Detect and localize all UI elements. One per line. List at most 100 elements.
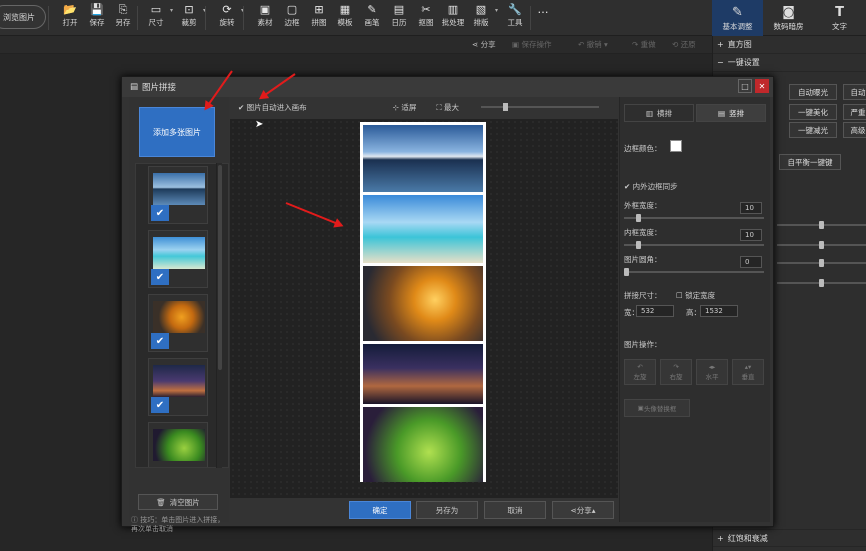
slider-knob[interactable] bbox=[819, 259, 824, 267]
zoom-slider[interactable] bbox=[480, 103, 599, 111]
browse-images-button[interactable]: 浏览图片 bbox=[0, 5, 46, 29]
fit-screen-button[interactable]: ⊹ 适屏 bbox=[393, 102, 417, 113]
clear-images-button[interactable]: 🗑 清空图片 bbox=[138, 494, 218, 510]
toolbar-material-button[interactable]: ▣ 素材 bbox=[252, 3, 278, 33]
toolbar-cutout-button[interactable]: ✂ 抠图 bbox=[413, 3, 439, 33]
toolbar-size-button[interactable]: ▭ 尺寸 ▾ bbox=[143, 3, 174, 33]
flip-horizontal-button[interactable]: ◂▸ 水平 bbox=[696, 359, 728, 385]
list-item[interactable] bbox=[148, 422, 208, 467]
toolbar-label: 抠图 bbox=[418, 18, 434, 27]
redo-link[interactable]: ↷ 重做 bbox=[632, 39, 656, 50]
save-as-icon: ⎘ bbox=[118, 3, 128, 16]
inner-width-field[interactable]: 10 bbox=[740, 229, 762, 241]
tab-vertical[interactable]: ▤ 竖排 bbox=[696, 104, 766, 122]
thumbnail-list[interactable]: ✔ ✔ ✔ ✔ bbox=[135, 163, 229, 468]
toolbar-rotate-button[interactable]: ⟳旋转▾ bbox=[214, 3, 245, 33]
save-op-link[interactable]: ▣ 保存操作 bbox=[512, 39, 551, 50]
collage-image-leaf[interactable] bbox=[363, 266, 483, 341]
collage-image-mountain[interactable] bbox=[363, 125, 483, 192]
red-saturation-label: 红饱和衰减 bbox=[727, 533, 768, 543]
rotate-right-button[interactable]: ↷ 右旋 bbox=[660, 359, 692, 385]
lock-width-label: 锁定宽度 bbox=[685, 291, 716, 300]
op-label: 垂直 bbox=[741, 373, 755, 381]
toolbar-border-button[interactable]: ▢ 边框 bbox=[279, 3, 305, 33]
thumbnail-scrollbar[interactable] bbox=[216, 163, 222, 468]
slider-knob[interactable] bbox=[636, 241, 641, 249]
toolbar-batch-button[interactable]: ▥ 批处理 bbox=[440, 3, 466, 33]
maximize-button[interactable]: ⛶ 最大 bbox=[436, 102, 459, 113]
slider-knob[interactable] bbox=[624, 268, 629, 276]
maximize-window-button[interactable]: □ bbox=[738, 79, 752, 93]
white-balance-button[interactable]: 自平衡一键键 bbox=[779, 154, 841, 170]
toolbar-open-button[interactable]: 📂 打开 bbox=[57, 3, 83, 33]
flip-horizontal-icon: ◂▸ bbox=[708, 363, 716, 371]
tab-basic-adjust[interactable]: ✎ 基本调整 bbox=[712, 0, 763, 36]
border-color-swatch[interactable] bbox=[670, 140, 682, 152]
zoom-slider-knob[interactable] bbox=[502, 103, 508, 111]
toolbar-template-button[interactable]: ▦ 模板 bbox=[332, 3, 358, 33]
outer-width-field[interactable]: 10 bbox=[740, 202, 762, 214]
ok-button[interactable]: 确定 bbox=[349, 501, 411, 519]
corner-field[interactable]: 0 bbox=[740, 256, 762, 268]
sync-checkbox[interactable]: ✔ 内外边框同步 bbox=[624, 181, 678, 192]
slider-knob[interactable] bbox=[819, 221, 824, 229]
list-item[interactable]: ✔ bbox=[148, 358, 208, 416]
share-link[interactable]: ⋖ 分享 bbox=[472, 39, 496, 50]
toolbar-save-button[interactable]: 💾 保存 bbox=[84, 3, 110, 33]
inner-width-slider[interactable] bbox=[624, 244, 764, 246]
cancel-button[interactable]: 取消 bbox=[484, 501, 546, 519]
corner-slider[interactable] bbox=[624, 271, 764, 273]
collage-image-beach[interactable] bbox=[363, 195, 483, 263]
tab-horizontal[interactable]: ▥ 横排 bbox=[624, 104, 694, 122]
list-item[interactable]: ✔ bbox=[148, 230, 208, 288]
auto-fill-label: 图片自动进入画布 bbox=[246, 102, 307, 112]
one-click-dim-button[interactable]: 一键减光 bbox=[789, 122, 837, 138]
collage-dialog: ▤ 图片拼接 □ ✕ 添加多张图片 ✔ ✔ ✔ ✔ 🗑 清空图片 ⓘ 技巧：单击… bbox=[121, 76, 774, 533]
histogram-section[interactable]: + 直方图 bbox=[713, 36, 866, 54]
toolbar-calendar-button[interactable]: ▤ 日历 bbox=[386, 3, 412, 33]
severe-button[interactable]: 严重 bbox=[843, 104, 866, 120]
list-item[interactable]: ✔ bbox=[148, 166, 208, 224]
toolbar-brush-button[interactable]: ✎ 画笔 bbox=[359, 3, 385, 33]
toolbar-collage-button[interactable]: ⊞ 拼图 bbox=[306, 3, 332, 33]
undo-label: 撤销 bbox=[586, 40, 602, 49]
slider-knob[interactable] bbox=[636, 214, 641, 222]
auto-button[interactable]: 自动 bbox=[843, 84, 866, 100]
toolbar-divider bbox=[48, 6, 49, 30]
rotate-left-button[interactable]: ↶ 左旋 bbox=[624, 359, 656, 385]
lock-width-checkbox[interactable]: ☐ 锁定宽度 bbox=[676, 290, 715, 301]
tab-digital-darkroom[interactable]: ◙ 数码暗房 bbox=[763, 0, 814, 36]
width-field[interactable]: 532 bbox=[636, 305, 674, 317]
list-item[interactable]: ✔ bbox=[148, 294, 208, 352]
collage-image-city[interactable] bbox=[363, 344, 483, 404]
red-saturation-section[interactable]: + 红饱和衰减 bbox=[713, 529, 866, 547]
restore-link[interactable]: ⟲ 还原 bbox=[672, 39, 696, 50]
slider-knob[interactable] bbox=[819, 241, 824, 249]
advanced-button[interactable]: 高级 bbox=[843, 122, 866, 138]
height-field[interactable]: 1532 bbox=[700, 305, 738, 317]
share-button[interactable]: ⋖ 分享 ▴ bbox=[552, 501, 614, 519]
add-images-button[interactable]: 添加多张图片 bbox=[139, 107, 215, 157]
collage-image-plant[interactable] bbox=[363, 407, 483, 482]
main-toolbar: 浏览图片 📂打开💾保存⎘另存 ▭尺寸▾⊡裁剪▾⟳旋转▾ ▣素材▢边框⊞拼图▦模板✎画… bbox=[0, 0, 866, 36]
scrollbar-thumb[interactable] bbox=[218, 165, 222, 370]
toolbar-more-button[interactable]: … bbox=[530, 3, 556, 33]
save-as-button[interactable]: 另存为 bbox=[416, 501, 478, 519]
toolbar-tools-button[interactable]: 🔧 工具 bbox=[502, 3, 528, 33]
tab-label: 数码暗房 bbox=[773, 21, 804, 31]
replace-avatar-button[interactable]: ▣ 头像替换框 bbox=[624, 399, 690, 417]
auto-fill-checkbox[interactable]: ✔ 图片自动进入画布 bbox=[238, 102, 307, 113]
toolbar-save-as-button[interactable]: ⎘ 另存 bbox=[110, 3, 136, 33]
flip-vertical-button[interactable]: ▴▾ 垂直 bbox=[732, 359, 764, 385]
undo-link[interactable]: ↶ 撤销 ▾ bbox=[578, 39, 608, 50]
one-click-beautify-button[interactable]: 一键美化 bbox=[789, 104, 837, 120]
close-window-button[interactable]: ✕ bbox=[755, 79, 769, 93]
toolbar-layout-button[interactable]: ▧ 排版 ▾ bbox=[468, 3, 499, 33]
auto-exposure-button[interactable]: 自动曝光 bbox=[789, 84, 837, 100]
slider-knob[interactable] bbox=[819, 279, 824, 287]
collage-canvas[interactable] bbox=[230, 119, 618, 498]
outer-width-slider[interactable] bbox=[624, 217, 764, 219]
tab-text[interactable]: T 文字 bbox=[814, 0, 865, 36]
oneclick-section[interactable]: − 一键设置 bbox=[713, 54, 866, 72]
toolbar-crop-button[interactable]: ⊡裁剪▾ bbox=[176, 3, 207, 33]
